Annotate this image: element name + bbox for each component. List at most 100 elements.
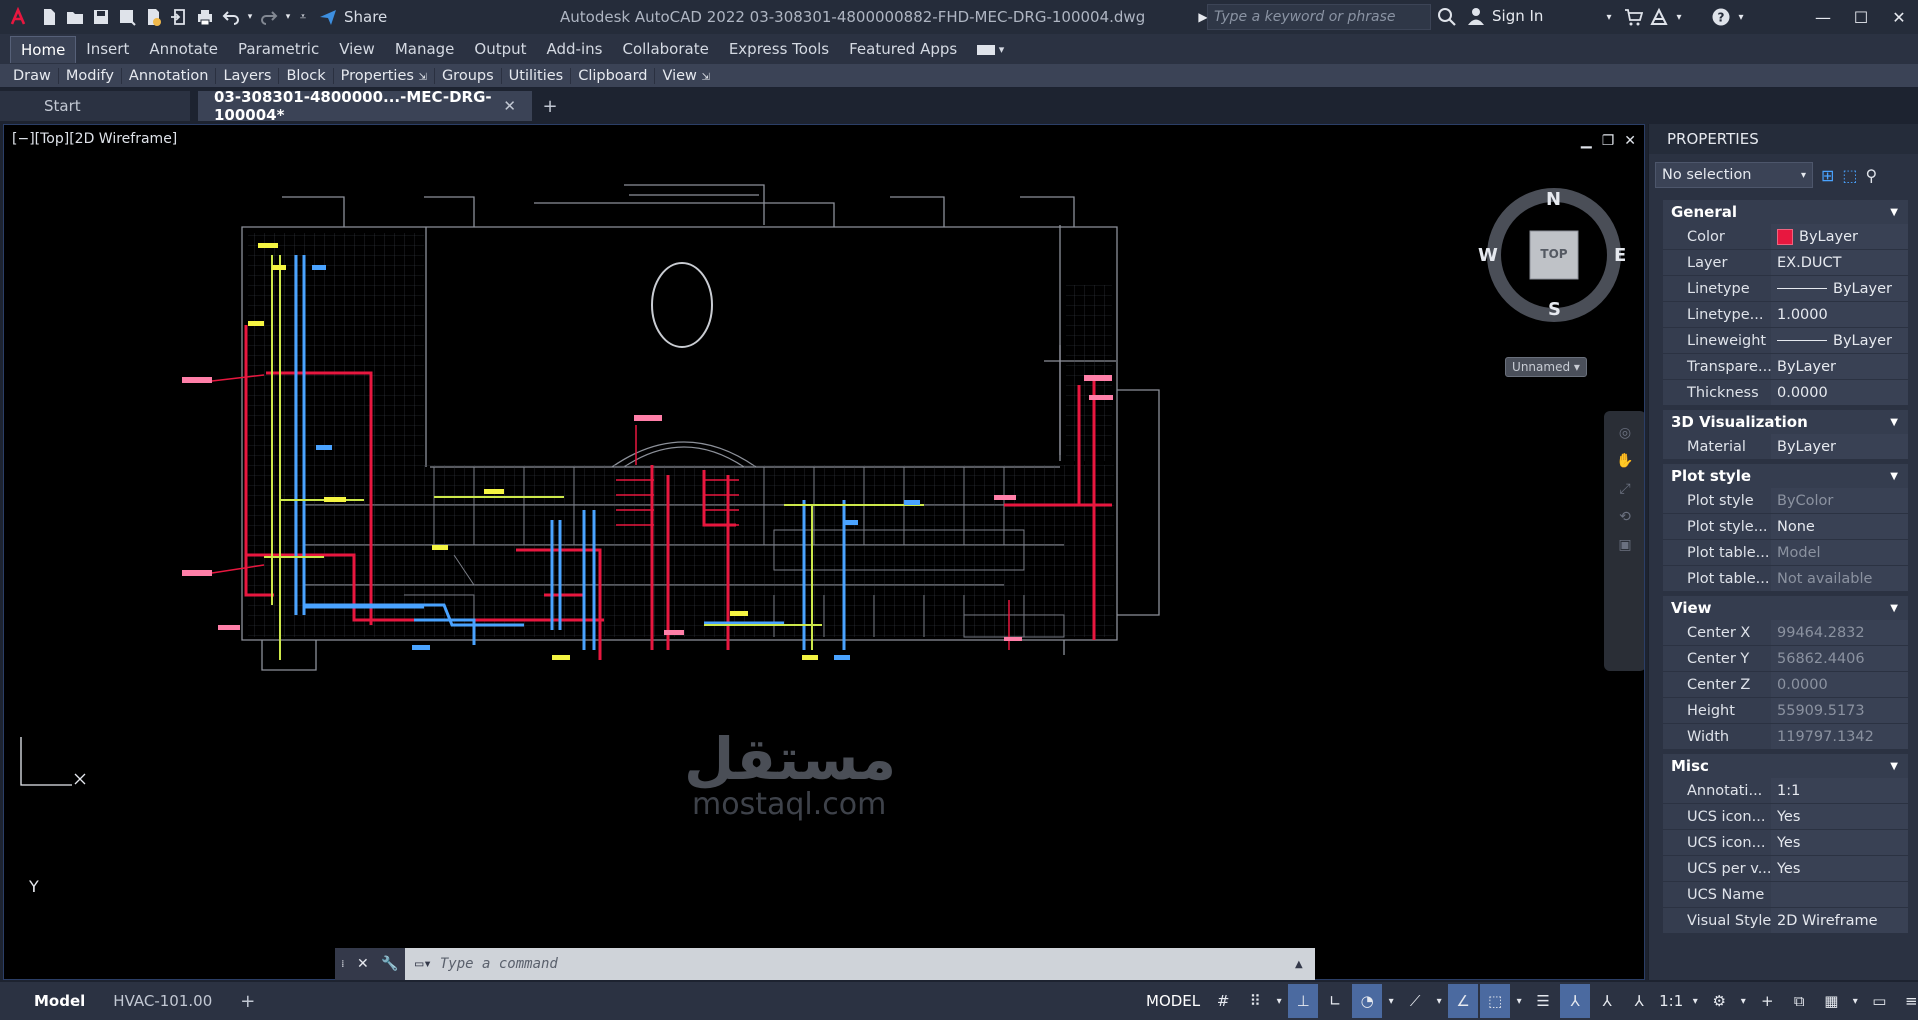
pan-hand-icon[interactable]: ✋	[1616, 453, 1633, 469]
panel-utilities[interactable]: Utilities	[502, 67, 572, 84]
import-icon[interactable]	[166, 4, 192, 30]
prop-row[interactable]: Linetype... 1.0000	[1663, 302, 1908, 328]
panel-clipboard[interactable]: Clipboard	[571, 67, 656, 84]
compass-west[interactable]: W	[1478, 245, 1498, 266]
prop-value[interactable]: 56862.4406	[1771, 646, 1908, 671]
prop-value[interactable]: EX.DUCT	[1771, 250, 1908, 275]
customize-qat-icon[interactable]: ⩡	[294, 4, 312, 30]
save-as-icon[interactable]	[114, 4, 140, 30]
prop-row[interactable]: Width 119797.1342	[1663, 724, 1908, 750]
grid-icon[interactable]: #	[1208, 984, 1238, 1018]
undo-icon[interactable]	[218, 4, 244, 30]
autocad-logo-icon[interactable]	[0, 4, 36, 30]
help-dropdown-icon[interactable]: ▾	[1734, 4, 1748, 30]
prop-value[interactable]: Yes	[1771, 830, 1908, 855]
auto-scale-icon[interactable]: ⅄	[1592, 984, 1622, 1018]
select-objects-icon[interactable]: ⬚	[1842, 166, 1857, 185]
snap-icon[interactable]: ⠿	[1240, 984, 1270, 1018]
recent-commands-icon[interactable]: ▭▾	[415, 956, 432, 972]
named-view-dropdown[interactable]: Unnamed ▾	[1505, 357, 1587, 377]
share-button[interactable]: Share	[318, 7, 387, 27]
prop-row[interactable]: Center Z 0.0000	[1663, 672, 1908, 698]
prop-row[interactable]: Center X 99464.2832	[1663, 620, 1908, 646]
ribbon-tab-express-tools[interactable]: Express Tools	[719, 36, 839, 62]
scale-dropdown-icon[interactable]: ▾	[1688, 984, 1702, 1018]
snap-dropdown-icon[interactable]: ▾	[1272, 984, 1286, 1018]
customize-status-icon[interactable]: ≡	[1896, 984, 1918, 1018]
customize-wrench-icon[interactable]: 🔧	[381, 956, 398, 972]
section-header-plot[interactable]: Plot style ▼	[1663, 464, 1908, 488]
ribbon-tab-annotate[interactable]: Annotate	[139, 36, 228, 62]
orbit-icon[interactable]: ⟲	[1619, 509, 1631, 525]
command-history-up-icon[interactable]: ▲	[1295, 959, 1315, 970]
plot-print-icon[interactable]	[192, 4, 218, 30]
panel-annotation[interactable]: Annotation	[122, 67, 217, 84]
drawing-viewport[interactable]: [−][Top][2D Wireframe] ▁ ❐ ✕ TOP N S E W…	[3, 124, 1645, 980]
prop-row[interactable]: Plot style... None	[1663, 514, 1908, 540]
close-command-line-icon[interactable]: ✕	[357, 956, 369, 972]
prop-value[interactable]: 2D Wireframe	[1771, 908, 1908, 933]
prop-value[interactable]: ByLayer	[1771, 328, 1908, 353]
prop-value[interactable]: ByColor	[1771, 488, 1908, 513]
new-file-icon[interactable]	[36, 4, 62, 30]
search-icon[interactable]	[1434, 4, 1460, 30]
lineweight-icon[interactable]: ☰	[1528, 984, 1558, 1018]
ribbon-tab-view[interactable]: View	[329, 36, 385, 62]
command-grip-icon[interactable]: ⁞	[341, 959, 344, 970]
toggle-pickadd-icon[interactable]: ⊞	[1821, 166, 1834, 185]
workspace-gear-icon[interactable]: ⚙	[1704, 984, 1734, 1018]
maximize-icon[interactable]: ☐	[1842, 4, 1880, 30]
ribbon-tab-output[interactable]: Output	[464, 36, 536, 62]
ortho-icon[interactable]: ∟	[1320, 984, 1350, 1018]
prop-row[interactable]: Plot table... Model	[1663, 540, 1908, 566]
object-snap-tracking-icon[interactable]: ∠	[1448, 984, 1479, 1018]
prop-row[interactable]: Plot table... Not available	[1663, 566, 1908, 592]
prop-row[interactable]: Height 55909.5173	[1663, 698, 1908, 724]
prop-row[interactable]: Color ByLayer	[1663, 224, 1908, 250]
isodraft-icon[interactable]: ⟋	[1400, 984, 1430, 1018]
sign-in-button[interactable]: Sign In	[1466, 6, 1543, 26]
section-header-3d[interactable]: 3D Visualization ▼	[1663, 410, 1908, 434]
ribbon-minimize-icon[interactable]: ▾	[967, 39, 1014, 60]
prop-row[interactable]: UCS icon... Yes	[1663, 830, 1908, 856]
prop-row[interactable]: Transpare... ByLayer	[1663, 354, 1908, 380]
layout-tab-model[interactable]: Model	[20, 987, 99, 1015]
ribbon-tab-insert[interactable]: Insert	[76, 36, 139, 62]
prop-value[interactable]: 1:1	[1771, 778, 1908, 803]
save-icon[interactable]	[88, 4, 114, 30]
panel-modify[interactable]: Modify	[59, 67, 122, 84]
minimize-icon[interactable]: —	[1804, 4, 1842, 30]
compass-south[interactable]: S	[1548, 299, 1561, 320]
command-input[interactable]: ▭▾ Type a command	[405, 956, 1295, 972]
prop-row[interactable]: Thickness 0.0000	[1663, 380, 1908, 406]
prop-row[interactable]: Visual Style 2D Wireframe	[1663, 908, 1908, 934]
prop-row[interactable]: Material ByLayer	[1663, 434, 1908, 460]
prop-value[interactable]: Not available	[1771, 566, 1908, 591]
clean-screen-icon[interactable]: ▭	[1864, 984, 1894, 1018]
prop-value[interactable]: 55909.5173	[1771, 698, 1908, 723]
annotation-monitor-icon[interactable]: +	[1752, 984, 1782, 1018]
prop-value[interactable]: Yes	[1771, 804, 1908, 829]
prop-value[interactable]: 99464.2832	[1771, 620, 1908, 645]
selection-dropdown[interactable]: No selection ▾	[1655, 162, 1813, 188]
prop-value[interactable]: None	[1771, 514, 1908, 539]
prop-row[interactable]: Plot style ByColor	[1663, 488, 1908, 514]
polar-tracking-icon[interactable]: ◔	[1352, 984, 1383, 1018]
open-folder-icon[interactable]	[62, 4, 88, 30]
section-header-general[interactable]: General ▼	[1663, 200, 1908, 224]
ribbon-tab-add-ins[interactable]: Add-ins	[537, 36, 613, 62]
prop-value[interactable]: 1.0000	[1771, 302, 1908, 327]
cart-icon[interactable]	[1620, 4, 1646, 30]
annotation-visibility-icon[interactable]: ⅄	[1560, 984, 1591, 1018]
prop-row[interactable]: Layer EX.DUCT	[1663, 250, 1908, 276]
prop-row[interactable]: Linetype ByLayer	[1663, 276, 1908, 302]
add-layout-icon[interactable]: +	[226, 987, 269, 1015]
signin-dropdown-icon[interactable]: ▾	[1596, 4, 1622, 30]
app-dropdown-icon[interactable]: ▾	[1672, 4, 1686, 30]
layout-tab-hvac[interactable]: HVAC-101.00	[99, 987, 226, 1015]
viewport-close-icon[interactable]: ✕	[1624, 133, 1636, 149]
redo-icon[interactable]	[256, 4, 282, 30]
prop-value[interactable]: ByLayer	[1771, 276, 1908, 301]
open-from-web-icon[interactable]	[140, 4, 166, 30]
model-space-button[interactable]: MODEL	[1140, 984, 1206, 1018]
